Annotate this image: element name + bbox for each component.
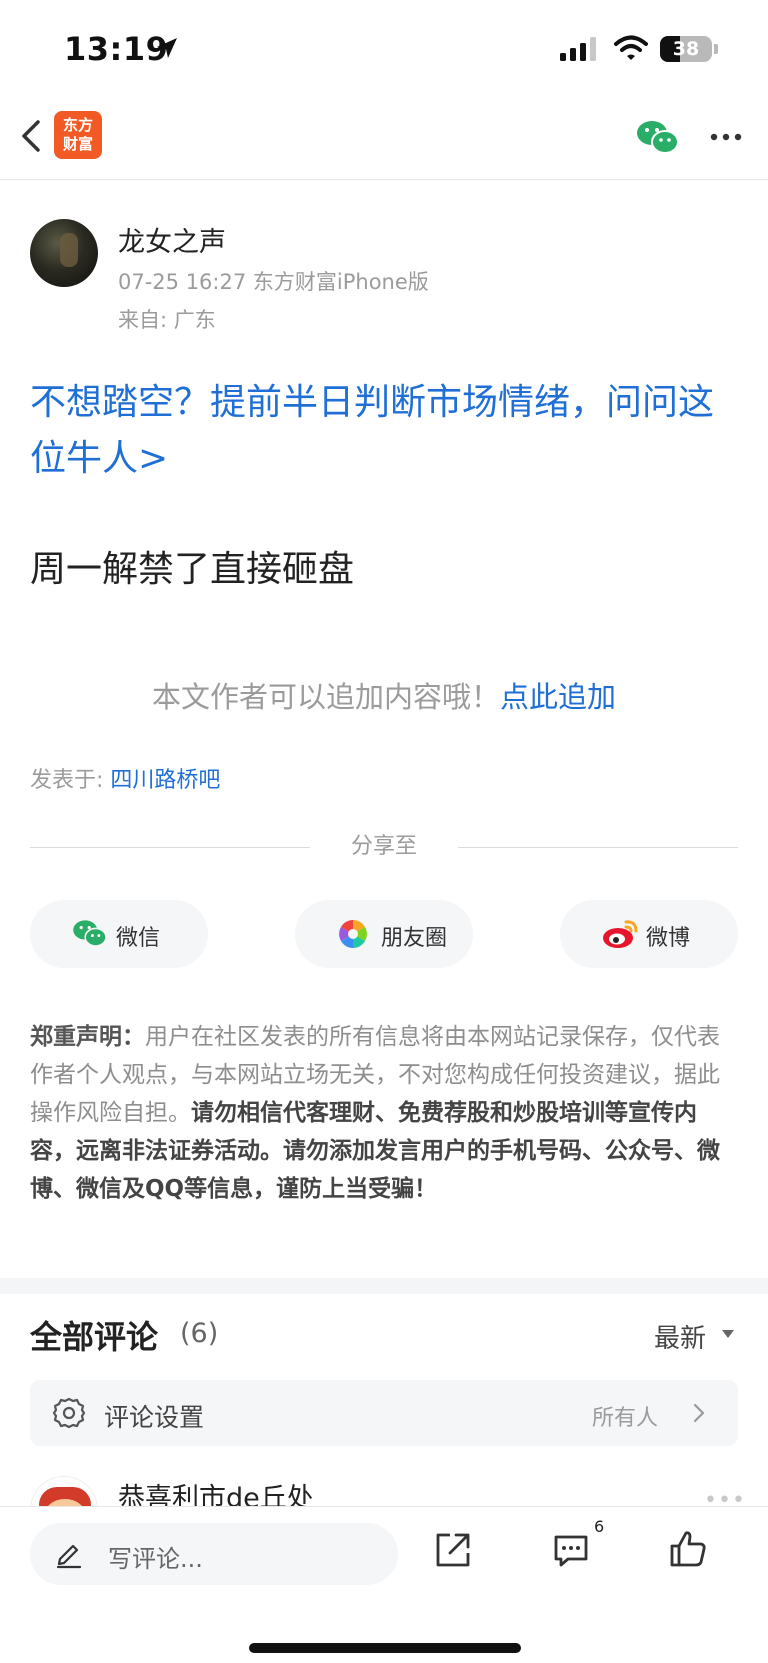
pencil-icon <box>56 1544 82 1569</box>
comment-placeholder: 写评论... <box>108 1545 203 1573</box>
posted-in-label: 发表于: <box>30 768 111 793</box>
moments-icon <box>339 920 367 948</box>
share-weibo-button[interactable]: 微博 <box>560 900 738 968</box>
append-hint: 本文作者可以追加内容哦！ <box>151 680 500 714</box>
battery-percent: 38 <box>672 38 700 60</box>
post-location: 来自: 广东 <box>118 308 216 332</box>
post-meta: 07-25 16:27 东方财富iPhone版 <box>118 270 429 294</box>
share-weibo-label: 微博 <box>646 926 691 951</box>
location-arrow-icon <box>157 38 177 58</box>
battery-icon: 38 <box>660 36 712 62</box>
back-chevron-icon[interactable] <box>18 116 46 156</box>
comment-settings-label: 评论设置 <box>104 1403 205 1432</box>
wechat-share-icon[interactable] <box>636 118 680 158</box>
thumbs-up-icon[interactable] <box>668 1529 708 1569</box>
share-divider: 分享至 <box>30 832 738 862</box>
wifi-icon <box>614 35 648 60</box>
comment-input[interactable]: 写评论... <box>30 1523 398 1585</box>
divider-line-right <box>458 847 738 848</box>
share-moments-label: 朋友圈 <box>381 926 448 951</box>
nav-bar: 东方 财富 <box>0 100 768 180</box>
status-bar: 13:19 38 <box>0 0 768 100</box>
comment-icon[interactable] <box>552 1533 590 1569</box>
sort-dropdown[interactable]: 最新 <box>654 1318 706 1355</box>
weibo-icon <box>603 920 638 948</box>
share-wechat-button[interactable]: 微信 <box>30 900 208 968</box>
eastmoney-logo: 东方 财富 <box>54 111 102 159</box>
status-time: 13:19 <box>64 30 169 68</box>
battery-cap <box>714 44 718 54</box>
comment-settings-row[interactable]: 评论设置 所有人 <box>30 1380 738 1446</box>
section-separator <box>0 1278 768 1294</box>
bottom-action-bar: 写评论... 6 <box>0 1506 768 1663</box>
gear-icon <box>52 1397 86 1429</box>
disclaimer: 郑重声明：用户在社区发表的所有信息将由本网站记录保存，仅代表作者个人观点，与本网… <box>30 1018 740 1208</box>
forum-link[interactable]: 四川路桥吧 <box>110 768 220 793</box>
append-link[interactable]: 点此追加 <box>500 680 616 714</box>
append-row: 本文作者可以追加内容哦！点此追加 <box>0 674 768 716</box>
post-body: 周一解禁了直接砸盘 <box>30 549 355 590</box>
comments-title: 全部评论 <box>30 1318 159 1356</box>
comment-count-badge: 6 <box>594 1517 605 1536</box>
sort-caret-icon[interactable] <box>722 1330 734 1338</box>
home-indicator <box>249 1643 521 1653</box>
author-name[interactable]: 龙女之声 <box>118 220 226 259</box>
share-moments-button[interactable]: 朋友圈 <box>295 900 473 968</box>
share-wechat-label: 微信 <box>116 926 161 951</box>
promo-link[interactable]: 不想踏空？提前半日判断市场情绪，问问这位牛人> <box>30 375 740 487</box>
cellular-signal-icon <box>560 37 596 61</box>
more-options-icon[interactable] <box>710 132 742 142</box>
comments-count: (6) <box>180 1318 219 1349</box>
share-icon[interactable] <box>434 1531 472 1569</box>
disclaimer-heading: 郑重声明： <box>30 1024 145 1050</box>
author-avatar[interactable] <box>30 219 98 287</box>
comment-settings-value: 所有人 <box>592 1406 659 1431</box>
wechat-icon <box>73 920 107 947</box>
chevron-right-icon <box>693 1403 705 1423</box>
posted-in: 发表于: 四川路桥吧 <box>30 762 220 794</box>
